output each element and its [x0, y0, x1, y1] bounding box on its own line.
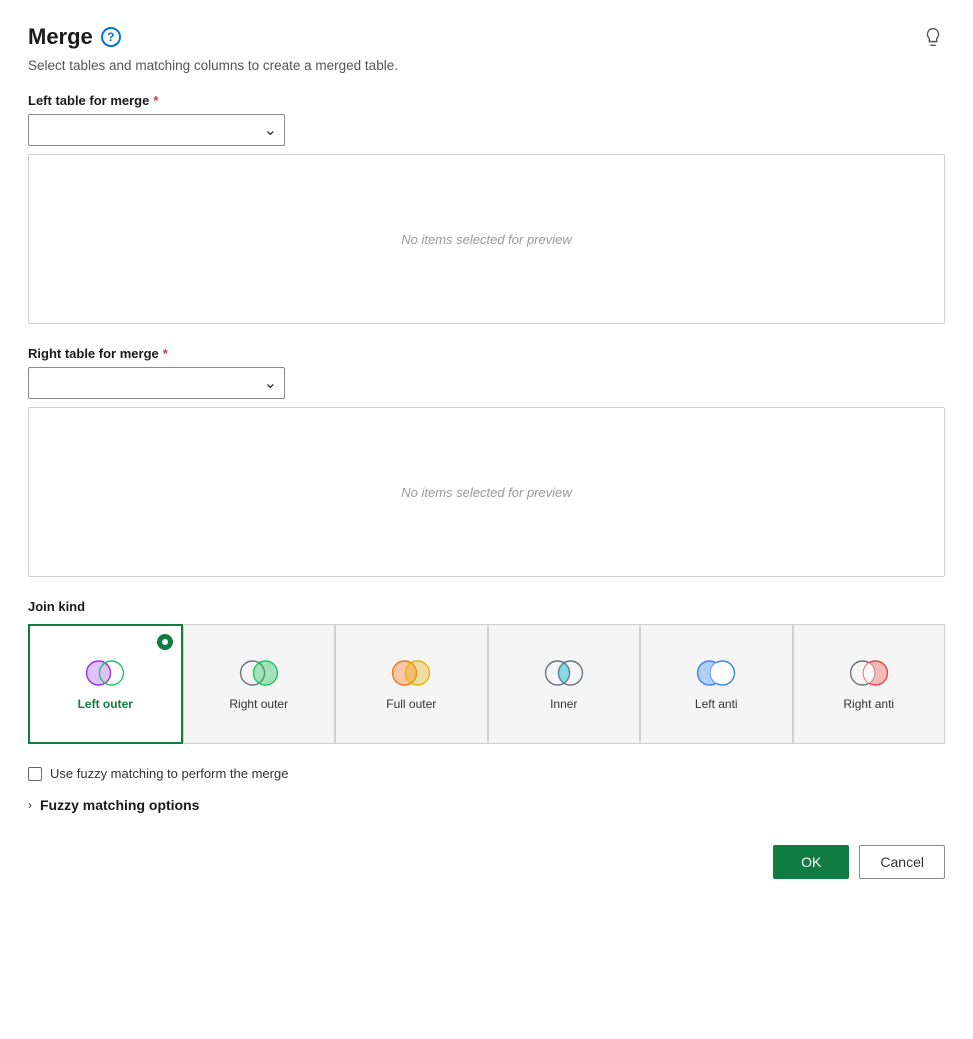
- right-table-select[interactable]: [28, 367, 285, 399]
- chevron-right-icon: ›: [28, 798, 32, 812]
- join-card-full-outer[interactable]: Full outer: [335, 624, 488, 744]
- left-anti-label: Left anti: [695, 697, 738, 713]
- join-options: Left outer Right outer Full outer: [28, 624, 945, 744]
- right-anti-label: Right anti: [843, 697, 894, 713]
- full-outer-label: Full outer: [386, 697, 436, 713]
- right-table-label: Right table for merge *: [28, 346, 945, 361]
- right-table-required: *: [163, 346, 168, 361]
- inner-label: Inner: [550, 697, 577, 713]
- left-outer-venn-icon: [81, 657, 129, 689]
- join-kind-label: Join kind: [28, 599, 945, 614]
- right-table-preview: No items selected for preview: [28, 407, 945, 577]
- left-anti-venn-icon: [692, 657, 740, 689]
- footer-buttons: OK Cancel: [28, 845, 945, 879]
- left-table-label: Left table for merge *: [28, 93, 945, 108]
- join-card-inner[interactable]: Inner: [488, 624, 641, 744]
- help-icon[interactable]: ?: [101, 27, 121, 47]
- cancel-button[interactable]: Cancel: [859, 845, 945, 879]
- inner-venn-icon: [540, 657, 588, 689]
- left-table-select[interactable]: [28, 114, 285, 146]
- right-anti-venn-icon: [845, 657, 893, 689]
- join-card-left-outer[interactable]: Left outer: [28, 624, 183, 744]
- subtitle: Select tables and matching columns to cr…: [28, 58, 945, 73]
- right-outer-label: Right outer: [229, 697, 288, 713]
- header: Merge ?: [28, 24, 945, 50]
- right-table-dropdown-container: ⌄: [28, 367, 285, 399]
- join-card-left-anti[interactable]: Left anti: [640, 624, 793, 744]
- ok-button[interactable]: OK: [773, 845, 849, 879]
- title-group: Merge ?: [28, 24, 121, 50]
- join-card-right-outer[interactable]: Right outer: [183, 624, 336, 744]
- join-card-right-anti[interactable]: Right anti: [793, 624, 946, 744]
- fuzzy-checkbox-label: Use fuzzy matching to perform the merge: [50, 766, 288, 781]
- fuzzy-options-label: Fuzzy matching options: [40, 797, 199, 813]
- right-table-section: Right table for merge * ⌄ No items selec…: [28, 346, 945, 577]
- fuzzy-options-row[interactable]: › Fuzzy matching options: [28, 797, 945, 813]
- left-table-required: *: [153, 93, 158, 108]
- right-outer-venn-icon: [235, 657, 283, 689]
- lightbulb-icon[interactable]: [921, 25, 945, 49]
- left-table-dropdown-container: ⌄: [28, 114, 285, 146]
- left-table-preview-text: No items selected for preview: [401, 232, 572, 247]
- selected-indicator: [157, 634, 173, 650]
- fuzzy-checkbox[interactable]: [28, 767, 42, 781]
- left-outer-label: Left outer: [78, 697, 133, 713]
- left-table-section: Left table for merge * ⌄ No items select…: [28, 93, 945, 324]
- page-title: Merge: [28, 24, 93, 50]
- left-table-preview: No items selected for preview: [28, 154, 945, 324]
- full-outer-venn-icon: [387, 657, 435, 689]
- join-kind-section: Join kind Left outer Right outer: [28, 599, 945, 744]
- fuzzy-checkbox-row: Use fuzzy matching to perform the merge: [28, 766, 945, 781]
- right-table-preview-text: No items selected for preview: [401, 485, 572, 500]
